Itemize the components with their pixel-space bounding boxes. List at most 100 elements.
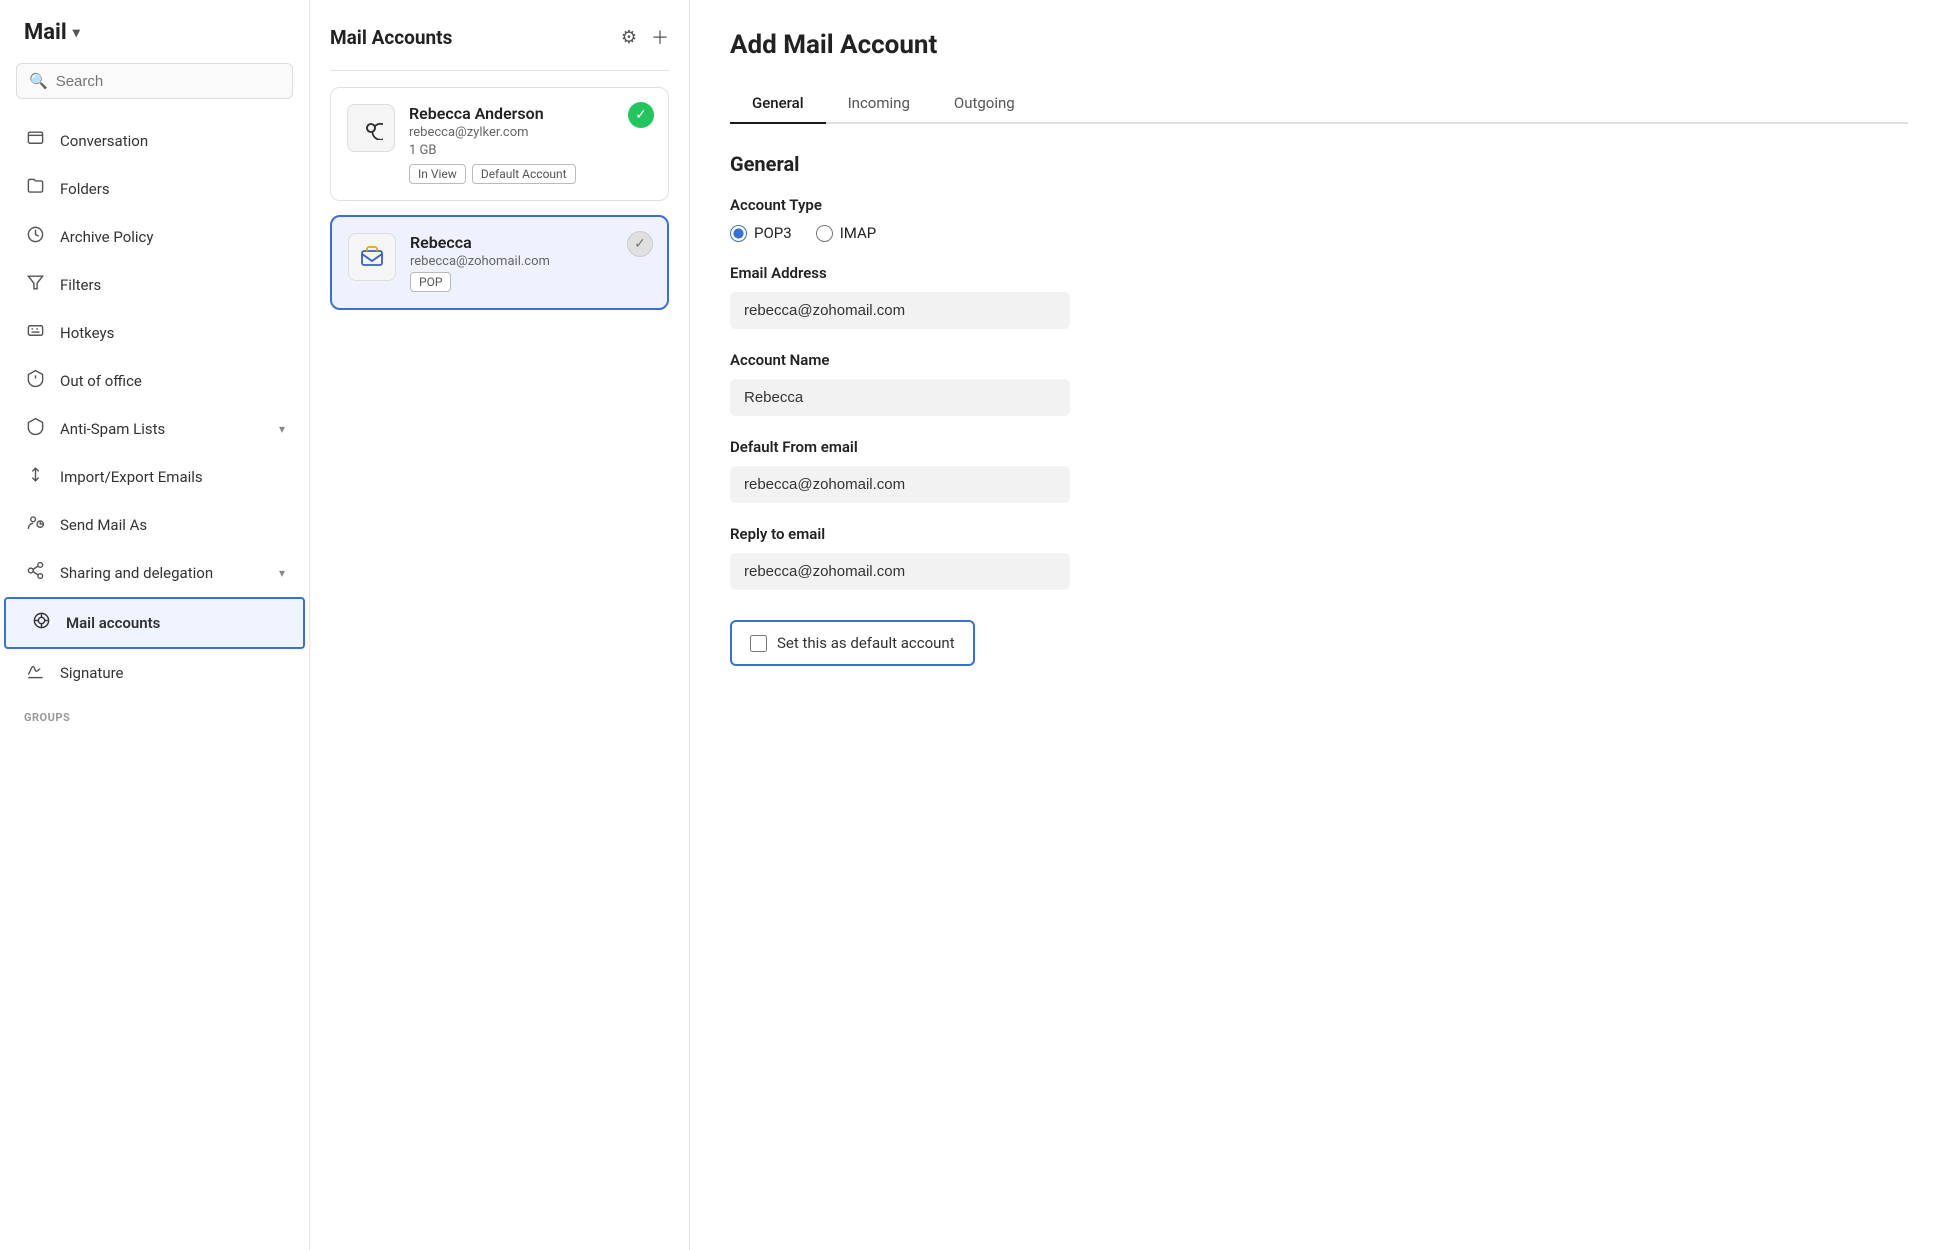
account-avatar-rebecca-anderson: [347, 104, 395, 152]
app-title: Mail: [24, 20, 67, 45]
send-mail-as-icon: [24, 513, 46, 537]
search-input[interactable]: [56, 73, 280, 90]
default-from-label: Default From email: [730, 438, 1908, 456]
sidebar-item-label-signature: Signature: [60, 664, 124, 682]
middle-header: Mail Accounts ⚙ ＋: [330, 24, 669, 50]
middle-panel: Mail Accounts ⚙ ＋ Rebecca Anderson rebec…: [310, 0, 690, 1250]
sidebar-item-label-send-mail-as: Send Mail As: [60, 516, 147, 534]
divider: [330, 70, 669, 71]
email-address-group: Email Address: [730, 264, 1908, 329]
right-panel: Add Mail Account GeneralIncomingOutgoing…: [690, 0, 1948, 1250]
nav-menu: Conversation Folders Archive Policy Filters…: [0, 117, 309, 697]
sidebar-item-label-import-export: Import/Export Emails: [60, 468, 203, 486]
default-from-input[interactable]: [730, 466, 1070, 503]
account-badges-rebecca: POP: [410, 272, 651, 292]
account-name-group: Account Name: [730, 351, 1908, 416]
check-icon-green: ✓: [628, 102, 654, 128]
tab-outgoing[interactable]: Outgoing: [932, 84, 1037, 124]
sidebar-item-label-folders: Folders: [60, 180, 110, 198]
sidebar-item-label-hotkeys: Hotkeys: [60, 324, 114, 342]
settings-button[interactable]: ⚙: [621, 27, 637, 48]
sidebar-item-sharing-delegation[interactable]: Sharing and delegation ▾: [0, 549, 309, 597]
imap-label: IMAP: [840, 224, 877, 242]
sidebar-item-label-conversation: Conversation: [60, 132, 148, 150]
header-icons: ⚙ ＋: [621, 24, 669, 50]
reply-to-input[interactable]: [730, 553, 1070, 590]
account-name-label: Account Name: [730, 351, 1908, 369]
sidebar-item-mail-accounts[interactable]: Mail accounts: [4, 597, 305, 649]
tab-incoming[interactable]: Incoming: [826, 84, 932, 124]
anti-spam-chevron-icon: ▾: [279, 422, 285, 436]
sidebar-item-out-of-office[interactable]: Out of office: [0, 357, 309, 405]
sidebar-item-label-archive-policy: Archive Policy: [60, 228, 154, 246]
tabs-container: GeneralIncomingOutgoing: [730, 84, 1908, 124]
account-avatar-rebecca: [348, 233, 396, 281]
email-address-input[interactable]: [730, 292, 1070, 329]
sidebar-item-hotkeys[interactable]: Hotkeys: [0, 309, 309, 357]
account-type-radio-group: POP3 IMAP: [730, 224, 1908, 242]
account-type-group: Account Type POP3 IMAP: [730, 196, 1908, 242]
pop3-option[interactable]: POP3: [730, 224, 792, 242]
app-title-chevron[interactable]: ▾: [73, 25, 80, 41]
sharing-delegation-icon: [24, 561, 46, 585]
account-badges-rebecca-anderson: In View Default Account: [409, 164, 652, 184]
default-from-group: Default From email: [730, 438, 1908, 503]
archive-policy-icon: [24, 225, 46, 249]
pop3-radio[interactable]: [730, 225, 747, 242]
account-info-rebecca: Rebecca rebecca@zohomail.com POP: [410, 233, 651, 292]
search-icon: 🔍: [29, 72, 48, 90]
badge-in-view: In View: [409, 164, 466, 184]
badge-pop: POP: [410, 272, 451, 292]
search-box[interactable]: 🔍: [16, 63, 293, 99]
sidebar-item-archive-policy[interactable]: Archive Policy: [0, 213, 309, 261]
imap-radio[interactable]: [816, 225, 833, 242]
groups-section-label: GROUPS: [0, 697, 309, 728]
sidebar-item-label-out-of-office: Out of office: [60, 372, 142, 390]
sidebar-item-conversation[interactable]: Conversation: [0, 117, 309, 165]
account-name-input[interactable]: [730, 379, 1070, 416]
reply-to-label: Reply to email: [730, 525, 1908, 543]
sidebar-item-anti-spam[interactable]: Anti-Spam Lists▾: [0, 405, 309, 453]
sidebar-item-filters[interactable]: Filters: [0, 261, 309, 309]
default-account-group: Set this as default account: [730, 612, 1908, 666]
default-account-checkbox-container[interactable]: Set this as default account: [730, 620, 975, 666]
sidebar-item-label-mail-accounts: Mail accounts: [66, 614, 160, 632]
account-info-rebecca-anderson: Rebecca Anderson rebecca@zylker.com 1 GB…: [409, 104, 652, 184]
account-size: 1 GB: [409, 143, 652, 158]
account-card-rebecca-anderson[interactable]: Rebecca Anderson rebecca@zylker.com 1 GB…: [330, 87, 669, 201]
form-section-title: General: [730, 152, 1908, 176]
page-title: Add Mail Account: [730, 30, 1908, 60]
badge-default-account: Default Account: [472, 164, 576, 184]
anti-spam-icon: [24, 417, 46, 441]
account-type-label: Account Type: [730, 196, 1908, 214]
tab-general[interactable]: General: [730, 84, 826, 124]
sidebar-item-import-export[interactable]: Import/Export Emails: [0, 453, 309, 501]
default-account-checkbox[interactable]: [750, 635, 767, 652]
import-export-icon: [24, 465, 46, 489]
account-name-rebecca: Rebecca: [410, 233, 651, 252]
conversation-icon: [24, 129, 46, 153]
reply-to-group: Reply to email: [730, 525, 1908, 590]
sidebar: Mail ▾ 🔍 Conversation Folders Archive Poli…: [0, 0, 310, 1250]
hotkeys-icon: [24, 321, 46, 345]
sidebar-item-label-sharing-delegation: Sharing and delegation: [60, 564, 213, 582]
add-account-button[interactable]: ＋: [651, 24, 669, 50]
account-name-rebecca-anderson: Rebecca Anderson: [409, 104, 652, 123]
mail-accounts-icon: [30, 611, 52, 635]
account-email-rebecca: rebecca@zohomail.com: [410, 254, 651, 269]
signature-icon: [24, 661, 46, 685]
filters-icon: [24, 273, 46, 297]
sidebar-item-signature[interactable]: Signature: [0, 649, 309, 697]
imap-option[interactable]: IMAP: [816, 224, 877, 242]
check-icon-gray: ✓: [627, 231, 653, 257]
middle-title: Mail Accounts: [330, 26, 452, 49]
app-header: Mail ▾: [0, 20, 309, 63]
account-card-rebecca[interactable]: Rebecca rebecca@zohomail.com POP ✓: [330, 215, 669, 310]
sidebar-item-label-filters: Filters: [60, 276, 101, 294]
sidebar-item-send-mail-as[interactable]: Send Mail As: [0, 501, 309, 549]
account-email-rebecca-anderson: rebecca@zylker.com: [409, 125, 652, 140]
default-account-label: Set this as default account: [777, 634, 955, 652]
folders-icon: [24, 177, 46, 201]
sharing-delegation-chevron-icon: ▾: [279, 566, 285, 580]
sidebar-item-folders[interactable]: Folders: [0, 165, 309, 213]
